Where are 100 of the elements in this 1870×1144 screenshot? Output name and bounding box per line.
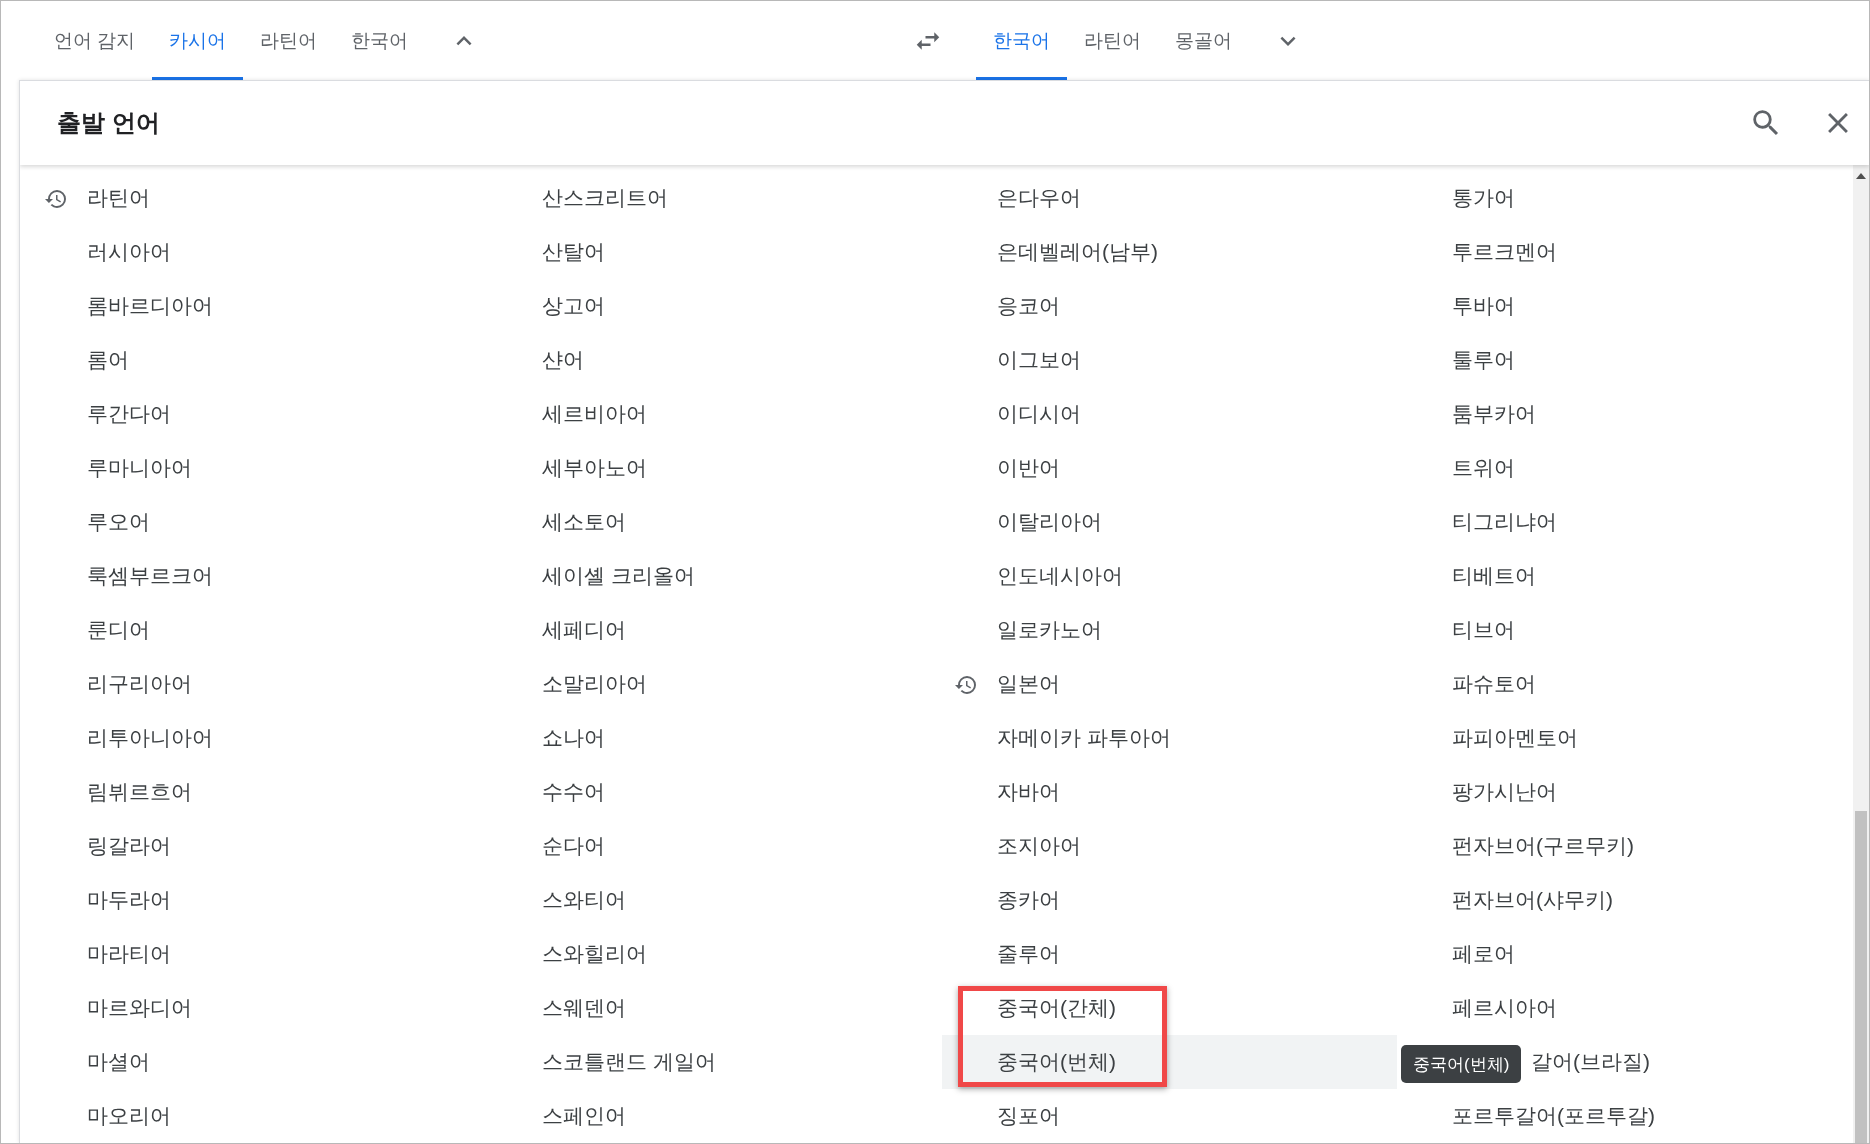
language-option[interactable]: 산탈어 [487, 225, 942, 279]
language-name: 마라티어 [87, 941, 171, 967]
language-option[interactable]: 소말리아어 [487, 657, 942, 711]
language-option[interactable]: 마르와디어 [32, 981, 487, 1035]
language-option[interactable]: 자바어 [942, 765, 1397, 819]
language-option[interactable]: 룩셈부르크어 [32, 549, 487, 603]
language-option[interactable]: 징포어 [942, 1089, 1397, 1143]
language-option[interactable]: 산스크리트어 [487, 171, 942, 225]
language-option[interactable]: 세이셸 크리올어 [487, 549, 942, 603]
language-option[interactable]: 트위어 [1397, 441, 1852, 495]
language-name: 세페디어 [542, 617, 626, 643]
language-name: 루오어 [87, 509, 150, 535]
language-name: 자바어 [997, 779, 1060, 805]
language-name: 중국어(간체) [997, 995, 1116, 1021]
language-name: 순다어 [542, 833, 605, 859]
language-name: 투르크멘어 [1452, 239, 1557, 265]
language-option[interactable]: 세르비아어 [487, 387, 942, 441]
language-name: 수수어 [542, 779, 605, 805]
language-option[interactable]: 롬바르디아어 [32, 279, 487, 333]
language-option[interactable]: 포르투갈어(포르투갈) [1397, 1089, 1852, 1143]
language-name: 인도네시아어 [997, 563, 1123, 589]
language-option[interactable]: 마오리어 [32, 1089, 487, 1143]
language-option[interactable]: 순다어 [487, 819, 942, 873]
language-name: 팡가시난어 [1452, 779, 1557, 805]
language-tab[interactable]: 몽골어 [1158, 1, 1250, 80]
language-option[interactable]: 쇼나어 [487, 711, 942, 765]
language-name: 세부아노어 [542, 455, 647, 481]
language-option[interactable]: 롬어 [32, 333, 487, 387]
language-option[interactable]: 툼부카어 [1397, 387, 1852, 441]
language-tab[interactable]: 라틴어 [243, 1, 335, 80]
language-name: 징포어 [997, 1103, 1060, 1129]
language-name: 이반어 [997, 455, 1060, 481]
language-option[interactable]: 팡가시난어 [1397, 765, 1852, 819]
language-option[interactable]: 스코틀랜드 게일어 [487, 1035, 942, 1089]
language-option[interactable]: 파피아멘토어 [1397, 711, 1852, 765]
language-option[interactable]: 투바어 [1397, 279, 1852, 333]
language-option[interactable]: 페로어 [1397, 927, 1852, 981]
language-option[interactable]: 루간다어 [32, 387, 487, 441]
language-name: 이그보어 [997, 347, 1081, 373]
language-option[interactable]: 리구리아어 [32, 657, 487, 711]
language-tab[interactable]: 카시어 [152, 1, 244, 80]
language-name: 이디시어 [997, 401, 1081, 427]
language-tab[interactable]: 한국어 [334, 1, 426, 80]
language-option[interactable]: 응코어 [942, 279, 1397, 333]
language-option[interactable]: 펀자브어(구르무키) [1397, 819, 1852, 873]
language-option[interactable]: 툴루어 [1397, 333, 1852, 387]
language-option[interactable]: 은다우어 [942, 171, 1397, 225]
language-option[interactable]: 이그보어 [942, 333, 1397, 387]
language-option[interactable]: 줄루어 [942, 927, 1397, 981]
language-option[interactable]: 루오어 [32, 495, 487, 549]
language-option[interactable]: 일본어 [942, 657, 1397, 711]
language-name: 상고어 [542, 293, 605, 319]
language-option[interactable]: 스페인어 [487, 1089, 942, 1143]
language-option[interactable]: 일로카노어 [942, 603, 1397, 657]
language-option[interactable]: 펀자브어(샤무키) [1397, 873, 1852, 927]
language-option[interactable]: 자메이카 파투아어 [942, 711, 1397, 765]
language-option[interactable]: 라틴어 [32, 171, 487, 225]
language-option[interactable]: 이디시어 [942, 387, 1397, 441]
language-option[interactable]: 은데벨레어(남부) [942, 225, 1397, 279]
language-option[interactable]: 인도네시아어 [942, 549, 1397, 603]
language-option[interactable]: 세소토어 [487, 495, 942, 549]
language-option[interactable]: 세부아노어 [487, 441, 942, 495]
language-option[interactable]: 마라티어 [32, 927, 487, 981]
language-option[interactable]: 룬디어 [32, 603, 487, 657]
language-option[interactable]: 샨어 [487, 333, 942, 387]
language-tab[interactable]: 한국어 [976, 1, 1068, 80]
language-option[interactable]: 스와힐리어 [487, 927, 942, 981]
language-name: 루간다어 [87, 401, 171, 427]
language-option[interactable]: 러시아어 [32, 225, 487, 279]
language-option[interactable]: 세페디어 [487, 603, 942, 657]
language-option[interactable]: 티그리냐어 [1397, 495, 1852, 549]
language-option[interactable]: 티베트어 [1397, 549, 1852, 603]
language-option[interactable]: 루마니아어 [32, 441, 487, 495]
language-option[interactable]: 리투아니아어 [32, 711, 487, 765]
language-name: 링갈라어 [87, 833, 171, 859]
language-option[interactable]: 링갈라어 [32, 819, 487, 873]
scrollbar[interactable] [1853, 165, 1869, 1143]
language-option[interactable]: 조지아어 [942, 819, 1397, 873]
language-option[interactable]: 림뷔르흐어 [32, 765, 487, 819]
language-name: 응코어 [997, 293, 1060, 319]
language-option[interactable]: 이반어 [942, 441, 1397, 495]
language-option[interactable]: 수수어 [487, 765, 942, 819]
language-option[interactable]: 종카어 [942, 873, 1397, 927]
language-option[interactable]: 통가어 [1397, 171, 1852, 225]
language-name: 룬디어 [87, 617, 150, 643]
language-option[interactable]: 상고어 [487, 279, 942, 333]
language-option[interactable]: 스웨덴어 [487, 981, 942, 1035]
language-option[interactable]: 티브어 [1397, 603, 1852, 657]
language-option[interactable]: 투르크멘어 [1397, 225, 1852, 279]
language-option[interactable]: 갈어(브라질) [1531, 1035, 1852, 1089]
language-tab[interactable]: 라틴어 [1067, 1, 1159, 80]
language-option[interactable]: 스와티어 [487, 873, 942, 927]
language-option[interactable]: 마두라어 [32, 873, 487, 927]
language-option[interactable]: 파슈토어 [1397, 657, 1852, 711]
language-option[interactable]: 페르시아어 [1397, 981, 1852, 1035]
language-option[interactable]: 이탈리아어 [942, 495, 1397, 549]
language-option[interactable]: 중국어(간체) [942, 981, 1397, 1035]
language-name: 일본어 [997, 671, 1060, 697]
language-tab[interactable]: 언어 감지 [37, 1, 153, 80]
language-option[interactable]: 마셜어 [32, 1035, 487, 1089]
